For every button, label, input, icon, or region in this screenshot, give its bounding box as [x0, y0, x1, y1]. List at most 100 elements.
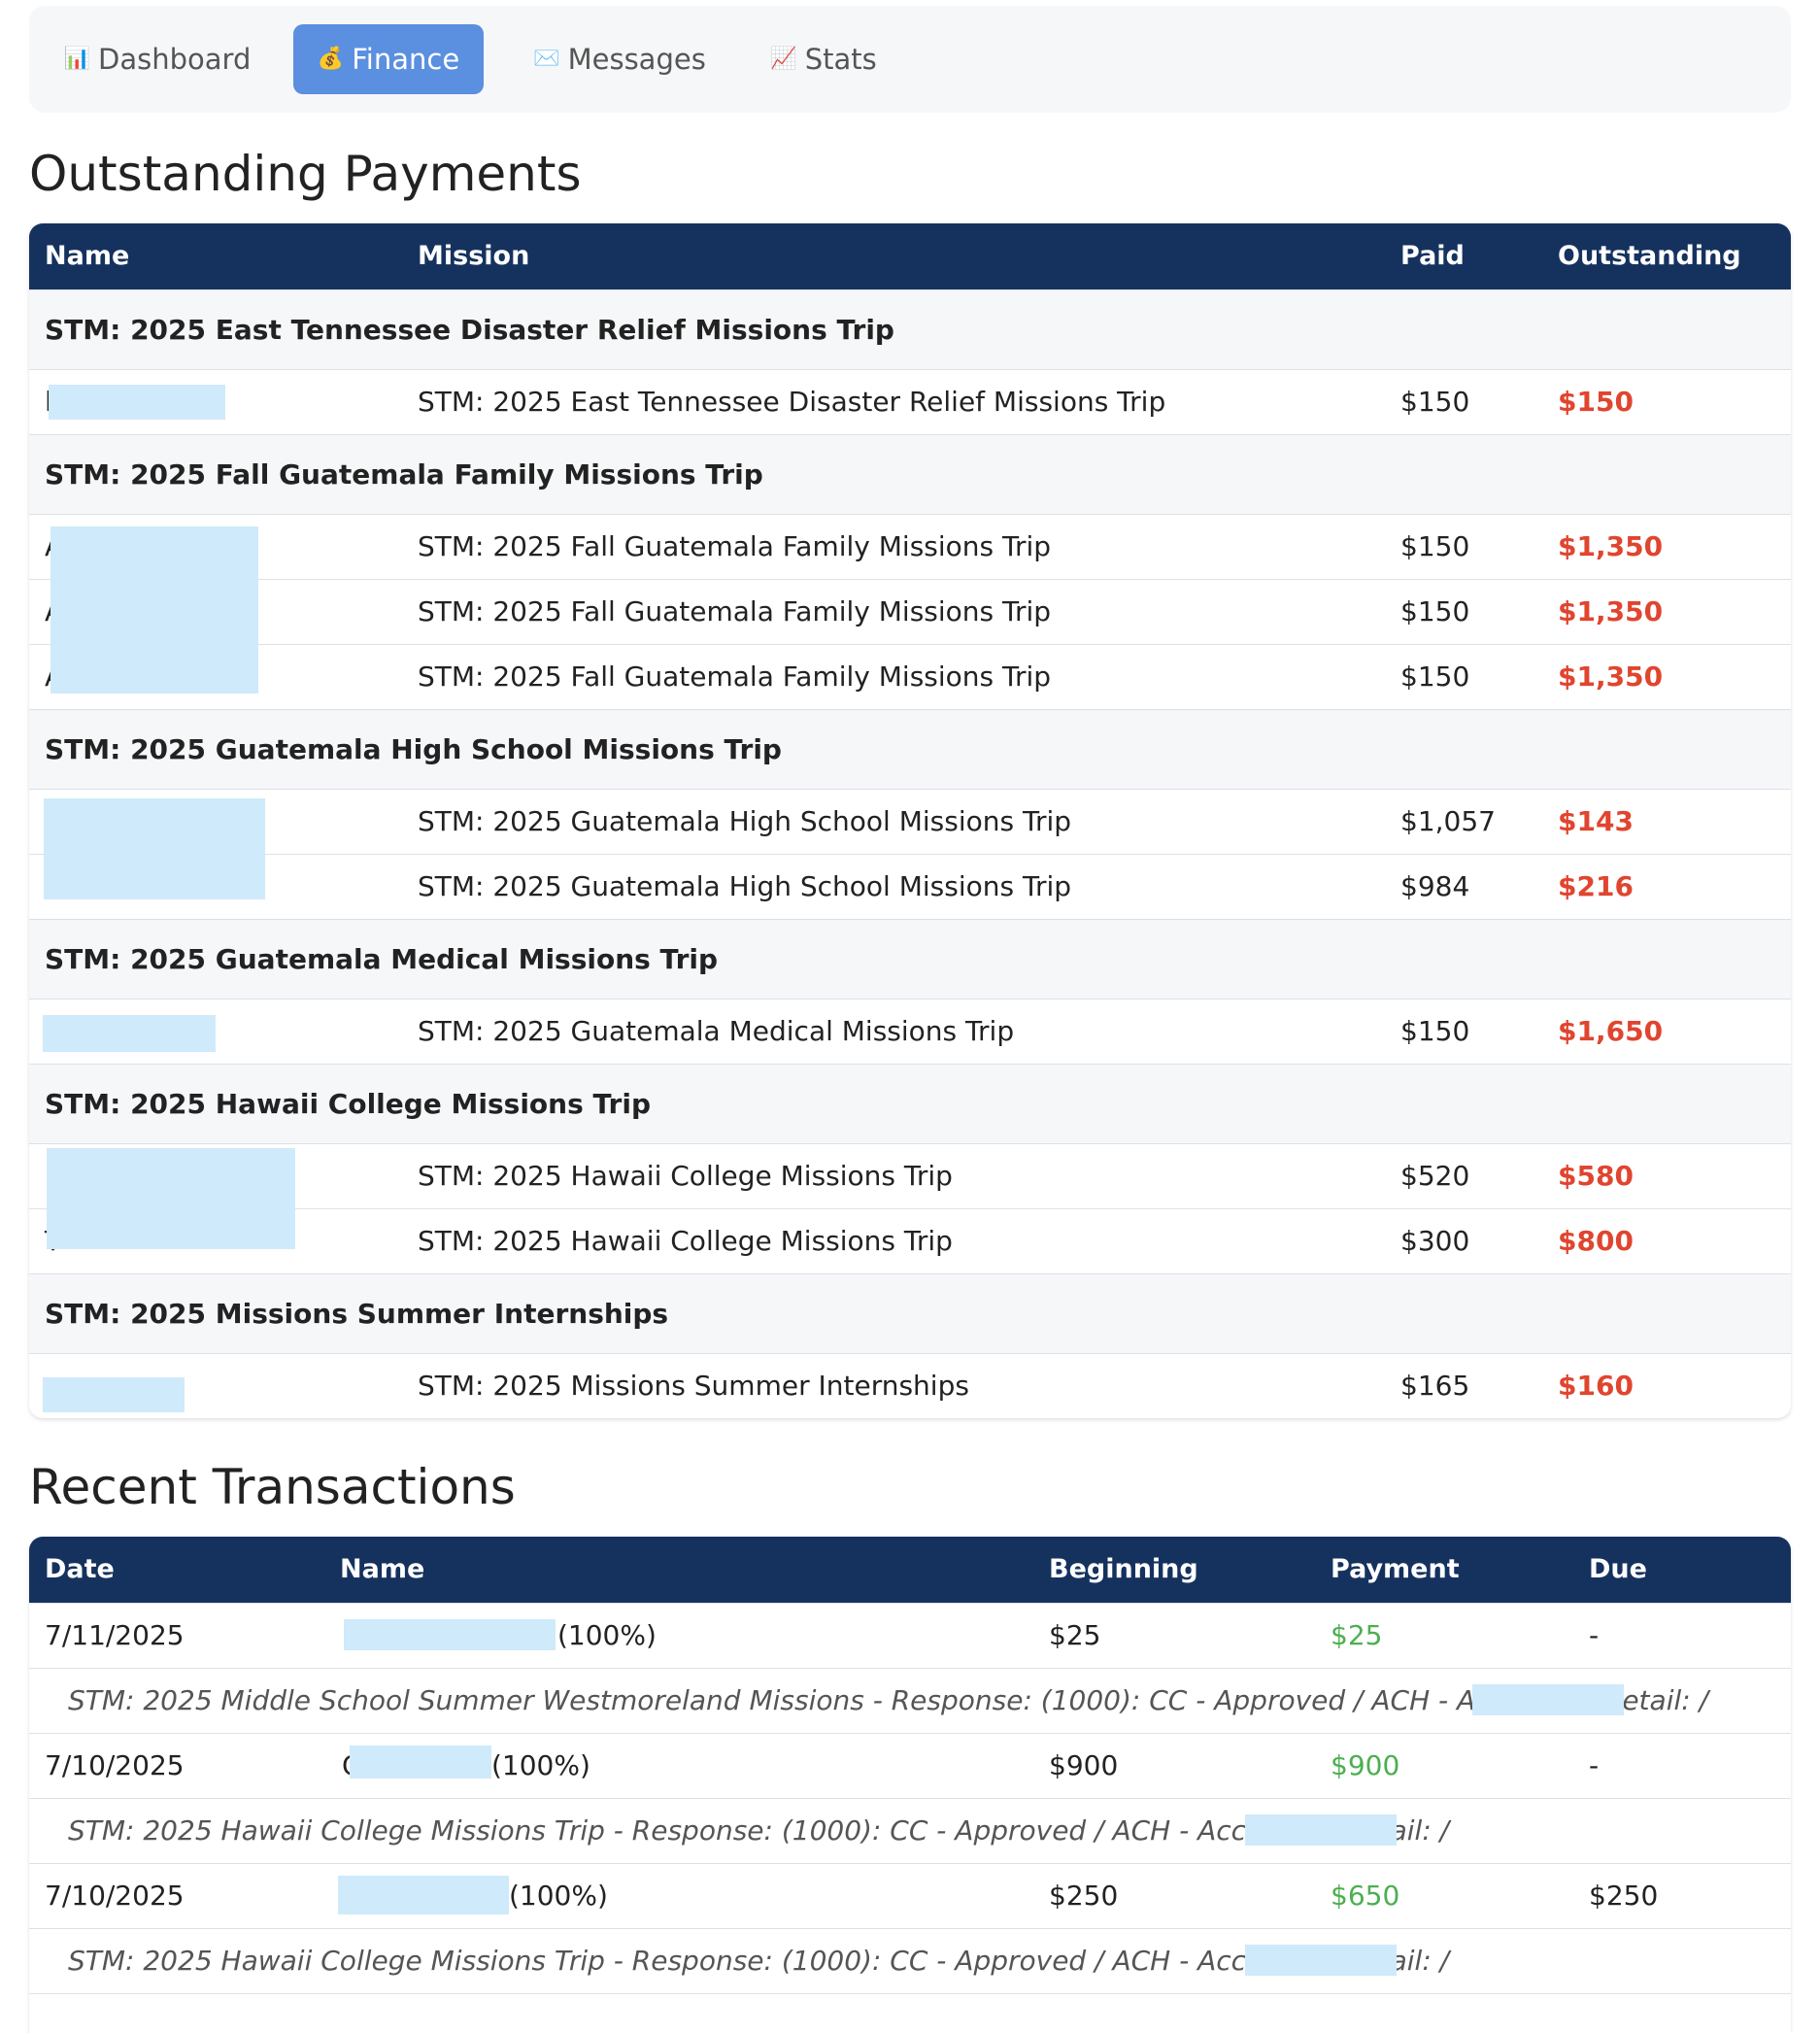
redacted-name: [43, 1015, 216, 1052]
envelope-icon: ✉️: [533, 47, 560, 71]
paid-cell: $150: [1400, 595, 1470, 627]
redacted-name: [44, 798, 265, 899]
outstanding-cell: $143: [1558, 805, 1634, 837]
paid-cell: $150: [1400, 661, 1470, 693]
group-title: STM: 2025 Fall Guatemala Family Missions…: [45, 458, 763, 491]
tab-label: Messages: [567, 43, 706, 76]
redacted-name: [344, 1619, 556, 1650]
table-row: STM: 2025 Guatemala Medical Missions Tri…: [29, 999, 1791, 1064]
table-header: Name Mission Paid Outstanding: [29, 223, 1791, 289]
col-header-date: Date: [45, 1554, 115, 1584]
line-chart-icon: 📈: [770, 47, 797, 71]
outstanding-cell: $160: [1558, 1370, 1634, 1402]
payment-cell: $650: [1331, 1880, 1400, 1912]
transaction-detail-row: STM: 2025 Hawaii College Missions Trip -…: [29, 1928, 1791, 1993]
date-cell: 7/11/2025: [45, 1619, 185, 1651]
mission-cell: STM: 2025 Hawaii College Missions Trip: [418, 1225, 953, 1257]
redacted-name: [43, 1377, 185, 1412]
table-row: A STM: 2025 Fall Guatemala Family Missio…: [29, 644, 1791, 709]
tab-dashboard[interactable]: 📊 Dashboard: [60, 24, 254, 94]
name-percent: (100%): [491, 1749, 590, 1781]
transaction-detail: STM: 2025 Hawaii College Missions Trip -…: [68, 1945, 1450, 1977]
due-cell: -: [1589, 1749, 1600, 1781]
col-header-name: Name: [340, 1554, 425, 1584]
date-cell: 7/10/2025: [45, 1749, 185, 1781]
col-header-paid: Paid: [1400, 241, 1465, 271]
group-title: STM: 2025 Guatemala High School Missions…: [45, 733, 782, 765]
group-header: STM: 2025 Guatemala High School Missions…: [29, 709, 1791, 789]
transaction-detail-row: STM: 2025 Middle School Summer Westmorel…: [29, 1668, 1791, 1733]
table-row: STM: 2025 Guatemala High School Missions…: [29, 789, 1791, 854]
section-title-transactions: Recent Transactions: [29, 1459, 516, 1515]
beginning-cell: $900: [1049, 1749, 1119, 1781]
col-header-due: Due: [1589, 1554, 1647, 1584]
table-row: [29, 1993, 1791, 2033]
col-header-mission: Mission: [418, 241, 530, 271]
paid-cell: $150: [1400, 1015, 1470, 1047]
table-row: l STM: 2025 East Tennessee Disaster Reli…: [29, 369, 1791, 434]
col-header-outstanding: Outstanding: [1558, 241, 1741, 271]
money-bag-icon: 💰: [317, 47, 345, 71]
outstanding-cell: $150: [1558, 386, 1634, 418]
tab-label: Dashboard: [98, 43, 252, 76]
paid-cell: $165: [1400, 1370, 1470, 1402]
redacted-name: [338, 1876, 509, 1914]
table-row: 7/11/2025 l (100%) $25 $25 -: [29, 1603, 1791, 1668]
paid-cell: $984: [1400, 870, 1470, 902]
redacted-detail: [1472, 1684, 1624, 1715]
group-title: STM: 2025 East Tennessee Disaster Relief…: [45, 314, 894, 346]
payment-cell: $900: [1331, 1749, 1400, 1781]
table-row: STM: 2025 Guatemala High School Missions…: [29, 854, 1791, 919]
mission-cell: STM: 2025 Guatemala Medical Missions Tri…: [418, 1015, 1015, 1047]
transaction-detail: STM: 2025 Middle School Summer Westmorel…: [68, 1684, 1709, 1716]
table-row: A y STM: 2025 Fall Guatemala Family Miss…: [29, 514, 1791, 579]
recent-transactions-table: Date Name Beginning Payment Due 7/11/202…: [29, 1537, 1791, 2033]
outstanding-cell: $216: [1558, 870, 1634, 902]
bar-chart-icon: 📊: [63, 47, 91, 71]
group-header: STM: 2025 Missions Summer Internships: [29, 1273, 1791, 1353]
paid-cell: $150: [1400, 386, 1470, 418]
nav-tab-bar: 📊 Dashboard 💰 Finance ✉️ Messages 📈 Stat…: [29, 6, 1791, 113]
beginning-cell: $25: [1049, 1619, 1101, 1651]
mission-cell: STM: 2025 Fall Guatemala Family Missions…: [418, 530, 1052, 562]
payment-cell: $25: [1331, 1619, 1383, 1651]
mission-cell: STM: 2025 Hawaii College Missions Trip: [418, 1160, 953, 1192]
redacted-name: [51, 526, 258, 694]
mission-cell: STM: 2025 East Tennessee Disaster Relief…: [418, 386, 1166, 418]
paid-cell: $520: [1400, 1160, 1470, 1192]
section-title-outstanding: Outstanding Payments: [29, 146, 582, 202]
name-percent: (100%): [509, 1880, 608, 1912]
paid-cell: $300: [1400, 1225, 1470, 1257]
transaction-detail-row: STM: 2025 Hawaii College Missions Trip -…: [29, 1798, 1791, 1863]
outstanding-cell: $1,350: [1558, 595, 1664, 627]
paid-cell: $150: [1400, 530, 1470, 562]
group-header: STM: 2025 Fall Guatemala Family Missions…: [29, 434, 1791, 514]
group-header: STM: 2025 Hawaii College Missions Trip: [29, 1064, 1791, 1143]
redacted-detail: [1245, 1945, 1397, 1976]
table-row: 7/10/2025 C (100%) $900 $900 -: [29, 1733, 1791, 1798]
group-title: STM: 2025 Missions Summer Internships: [45, 1298, 669, 1330]
redacted-name: [49, 385, 225, 420]
outstanding-payments-table: Name Mission Paid Outstanding STM: 2025 …: [29, 223, 1791, 1418]
paid-cell: $1,057: [1400, 805, 1496, 837]
outstanding-cell: $1,350: [1558, 530, 1664, 562]
group-title: STM: 2025 Hawaii College Missions Trip: [45, 1088, 651, 1120]
tab-label: Stats: [804, 43, 877, 76]
group-header: STM: 2025 Guatemala Medical Missions Tri…: [29, 919, 1791, 999]
mission-cell: STM: 2025 Guatemala High School Missions…: [418, 870, 1072, 902]
tab-finance[interactable]: 💰 Finance: [293, 24, 484, 94]
group-title: STM: 2025 Guatemala Medical Missions Tri…: [45, 943, 719, 975]
col-header-payment: Payment: [1331, 1554, 1460, 1584]
tab-label: Finance: [352, 43, 460, 76]
col-header-name: Name: [45, 241, 130, 271]
date-cell: 7/10/2025: [45, 1880, 185, 1912]
mission-cell: STM: 2025 Fall Guatemala Family Missions…: [418, 661, 1052, 693]
outstanding-cell: $1,350: [1558, 661, 1664, 693]
outstanding-cell: $800: [1558, 1225, 1634, 1257]
tab-messages[interactable]: ✉️ Messages: [522, 24, 717, 94]
due-cell: $250: [1589, 1880, 1659, 1912]
transaction-detail: STM: 2025 Hawaii College Missions Trip -…: [68, 1814, 1450, 1847]
tab-stats[interactable]: 📈 Stats: [746, 24, 901, 94]
table-row: A STM: 2025 Fall Guatemala Family Missio…: [29, 579, 1791, 644]
name-percent: (100%): [557, 1619, 657, 1651]
